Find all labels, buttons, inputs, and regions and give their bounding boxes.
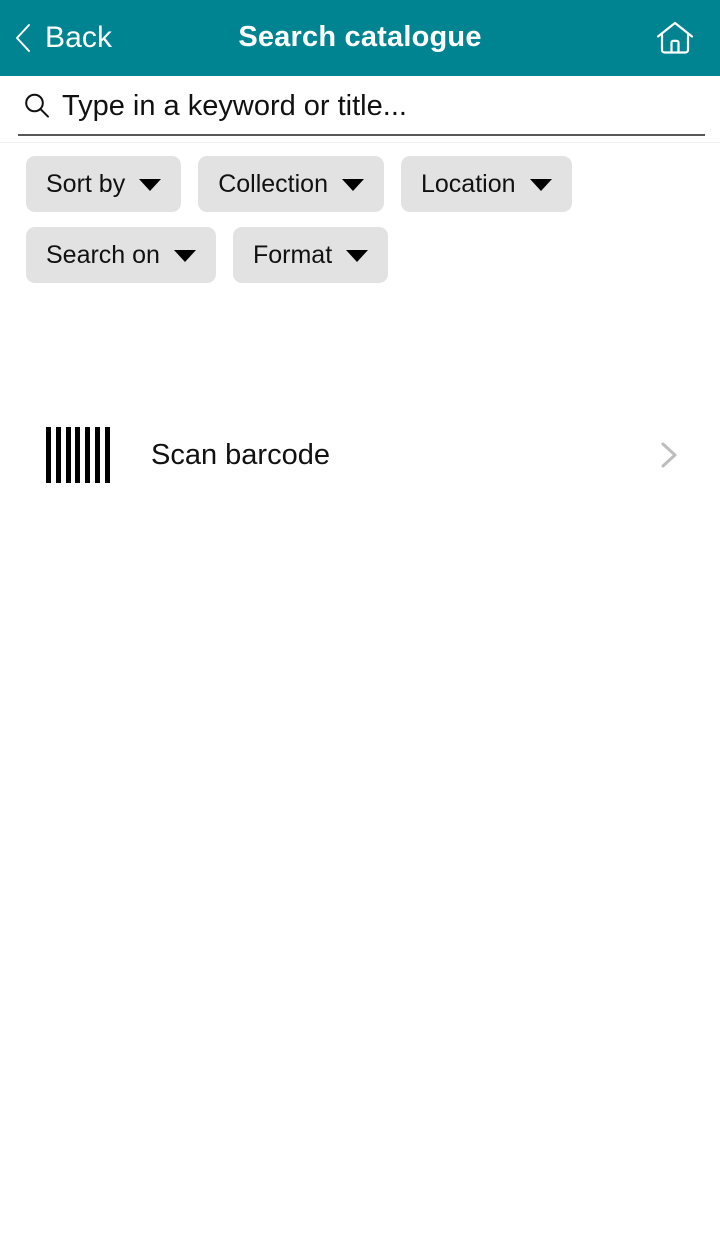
- filter-chip-label: Format: [252, 240, 333, 269]
- filter-chip-sort-by[interactable]: Sort by: [26, 156, 182, 212]
- filter-chip-label: Search on: [46, 240, 160, 269]
- chevron-right-icon: [651, 438, 685, 472]
- app-header: Back Search catalogue: [0, 0, 720, 76]
- search-icon: [22, 91, 52, 121]
- home-button[interactable]: [653, 16, 697, 60]
- filter-row-2: Search on Format: [26, 227, 720, 283]
- search-input[interactable]: [62, 89, 704, 123]
- filter-row-1: Sort by Collection Location: [26, 156, 720, 212]
- page-body: Sort by Collection Location Search on Fo…: [0, 76, 720, 501]
- scan-barcode-label: Scan barcode: [151, 438, 330, 471]
- filter-chip-format[interactable]: Format: [232, 227, 389, 283]
- home-icon: [655, 19, 695, 57]
- filter-chip-group: Sort by Collection Location Search on Fo…: [0, 143, 720, 283]
- chevron-down-icon: [341, 179, 364, 191]
- chevron-down-icon: [139, 179, 162, 191]
- filter-chip-label: Location: [420, 169, 516, 198]
- filter-chip-label: Sort by: [46, 169, 126, 198]
- chevron-down-icon: [529, 179, 552, 191]
- back-label: Back: [45, 21, 113, 54]
- search-field: [0, 76, 720, 136]
- back-button[interactable]: Back: [0, 0, 112, 76]
- barcode-icon: [46, 427, 110, 483]
- filter-chip-collection[interactable]: Collection: [198, 156, 384, 212]
- chevron-down-icon: [346, 250, 369, 262]
- chevron-left-icon: [14, 23, 32, 53]
- scan-barcode-row[interactable]: Scan barcode: [0, 409, 720, 501]
- search-underline: [18, 134, 705, 136]
- chevron-down-icon: [173, 250, 196, 262]
- filter-chip-location[interactable]: Location: [400, 156, 572, 212]
- filter-chip-search-on[interactable]: Search on: [26, 227, 216, 283]
- filter-chip-label: Collection: [218, 169, 328, 198]
